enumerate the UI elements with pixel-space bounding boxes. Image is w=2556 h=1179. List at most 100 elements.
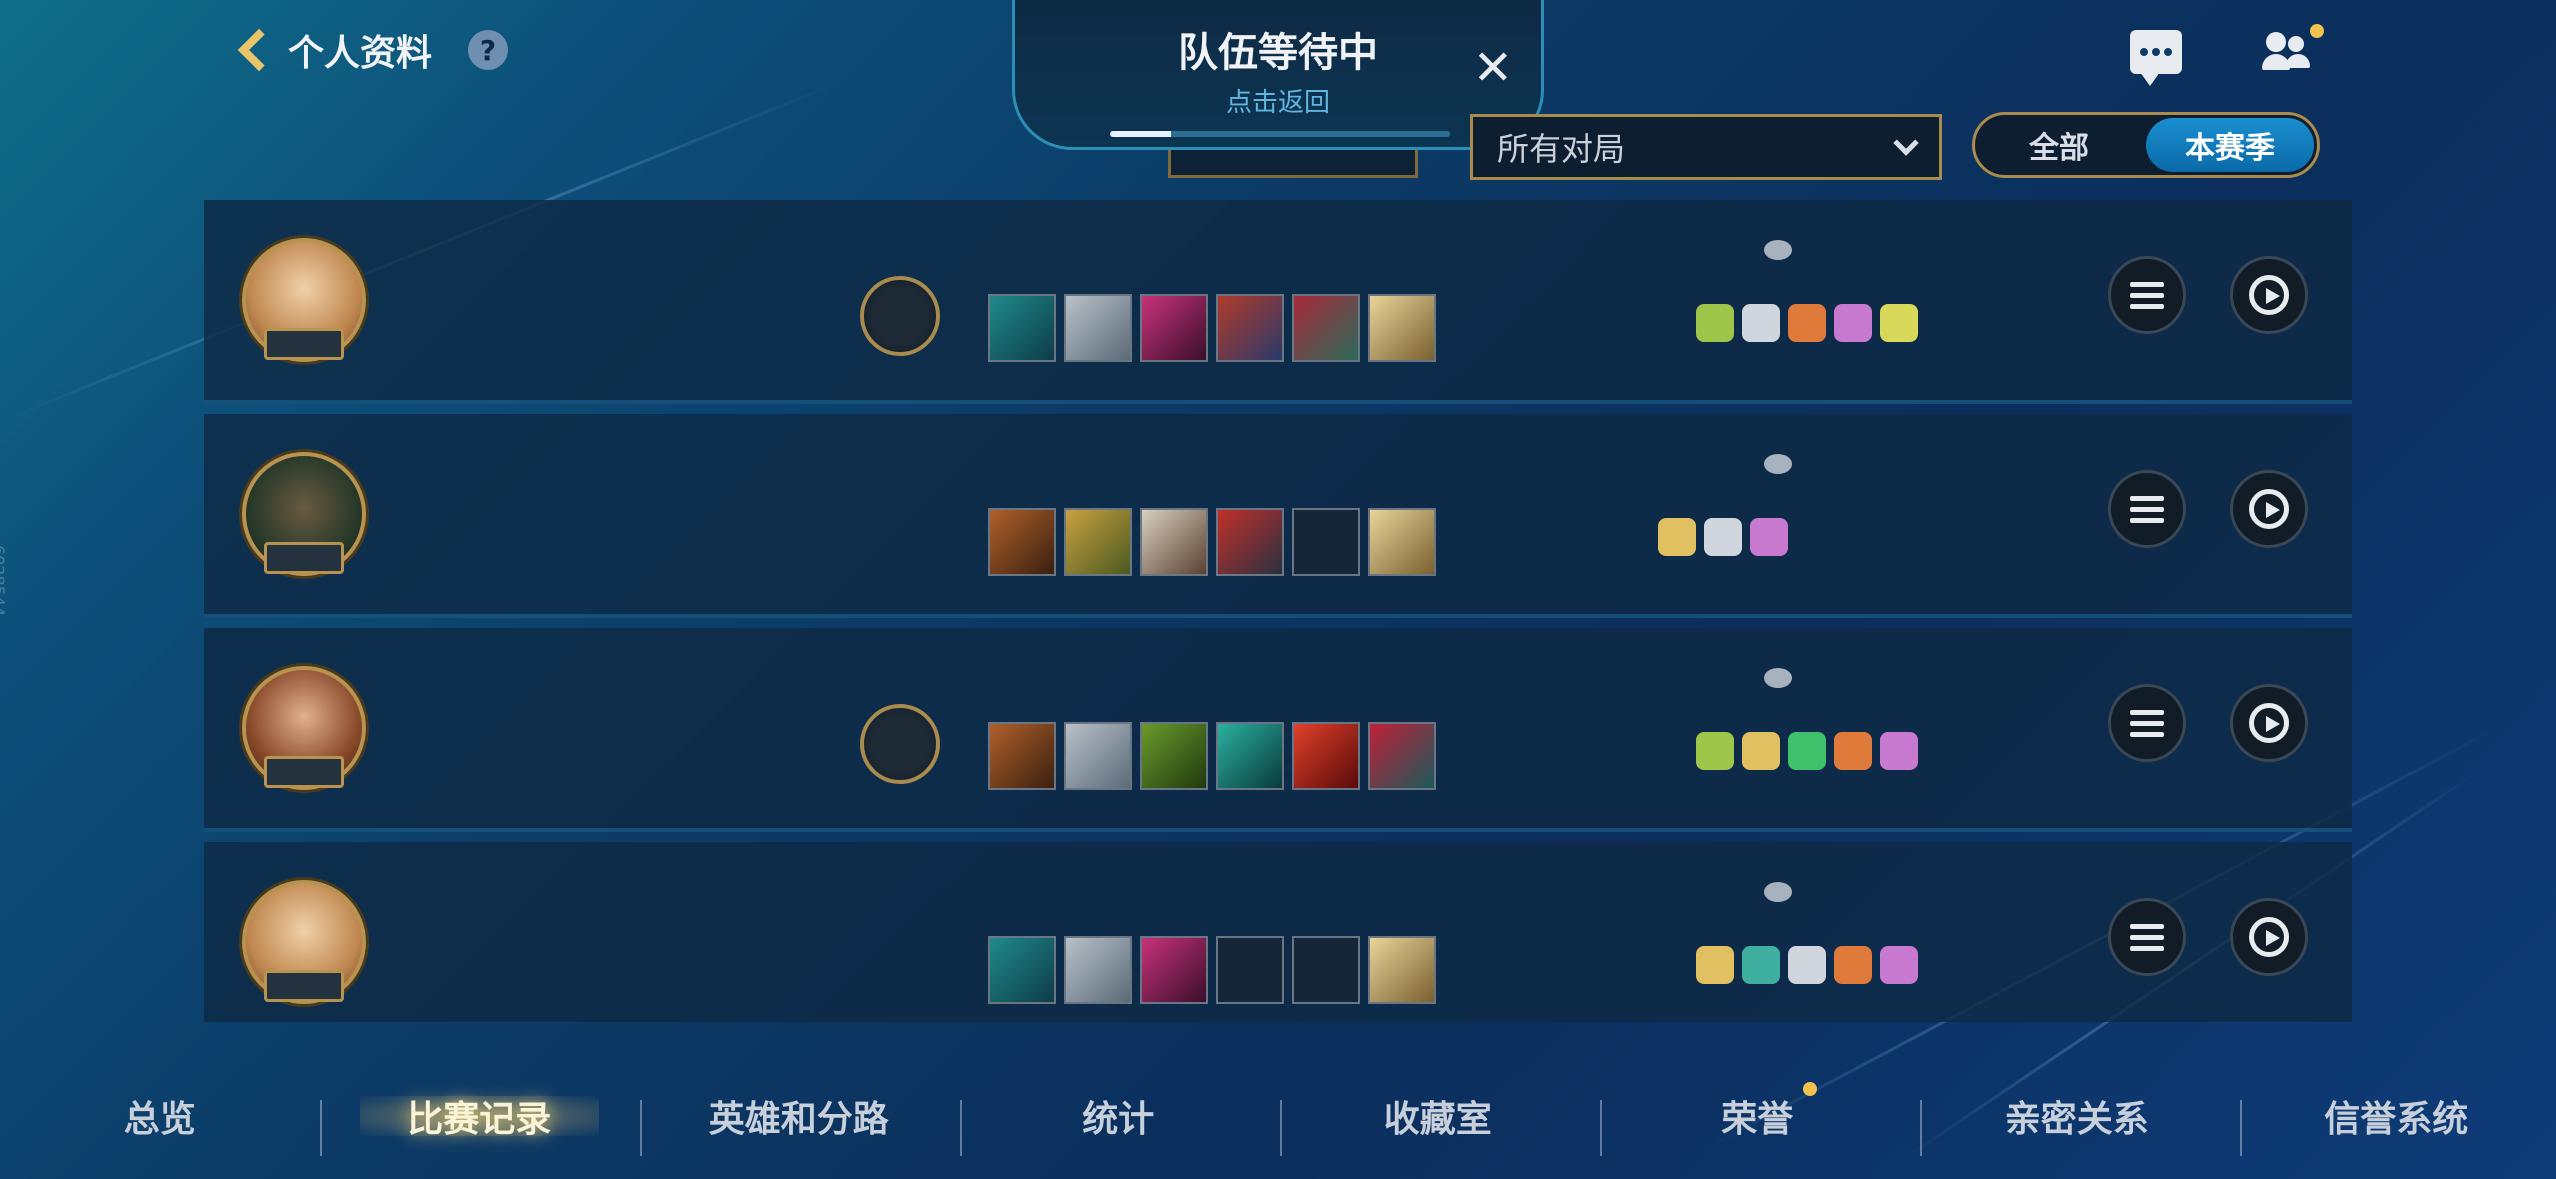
tab-divider: [1920, 1100, 1922, 1156]
toggle-all[interactable]: 全部: [1975, 115, 2143, 175]
tab-label: 总览: [123, 1099, 196, 1140]
filter-selected-value: 所有对局: [1497, 130, 1626, 168]
tab-7[interactable]: 信誉系统: [2237, 1090, 2556, 1142]
item-build: [988, 722, 1436, 790]
pink-blade-item-icon[interactable]: [1140, 294, 1208, 362]
match-details-button[interactable]: [2108, 256, 2186, 334]
teal-weapon-item-icon[interactable]: [988, 294, 1056, 362]
pink-blade-item-icon[interactable]: [1140, 936, 1208, 1004]
achievement-icon: [1788, 732, 1826, 770]
green-helm-item-icon[interactable]: [1140, 722, 1208, 790]
coin-icon: [1764, 668, 1792, 688]
replay-icon: [2249, 703, 2289, 743]
achievement-badges: [1658, 304, 1918, 342]
match-details-button[interactable]: [2108, 470, 2186, 548]
toggle-this-season[interactable]: 本赛季: [2146, 118, 2314, 172]
red-armor-item-icon[interactable]: [1216, 294, 1284, 362]
match-details-button[interactable]: [2108, 684, 2186, 762]
tab-0[interactable]: 总览: [0, 1090, 320, 1142]
queue-banner[interactable]: 队伍等待中 点击返回 ✕: [1012, 0, 1544, 150]
champion-level: [264, 970, 344, 1002]
side-watermark: 6028544: [0, 545, 8, 617]
tab-label: 统计: [1082, 1099, 1155, 1140]
brown-bow-item-icon[interactable]: [988, 508, 1056, 576]
tab-divider: [640, 1100, 642, 1156]
chevron-down-icon: [1893, 130, 1919, 156]
match-row[interactable]: [204, 414, 2352, 618]
back-button[interactable]: 个人资料 ?: [230, 24, 509, 76]
item-build: [988, 508, 1436, 576]
crimson-beast-item-icon[interactable]: [1292, 294, 1360, 362]
replay-icon: [2249, 917, 2289, 957]
gold-earned: [1452, 240, 1792, 260]
achievement-icon: [1834, 732, 1872, 770]
champion-level: [264, 542, 344, 574]
friends-icon[interactable]: [2262, 30, 2314, 74]
achievement-badges: [1658, 946, 1918, 984]
tab-divider: [1600, 1100, 1602, 1156]
empty-item-slot[interactable]: [1216, 936, 1284, 1004]
red-orb-item-icon[interactable]: [1292, 722, 1360, 790]
tab-5[interactable]: 荣誉: [1598, 1082, 1918, 1142]
achievement-icon: [1742, 946, 1780, 984]
teal-weapon-item-icon[interactable]: [988, 936, 1056, 1004]
tab-divider: [960, 1100, 962, 1156]
achievement-icon: [1750, 518, 1788, 556]
tab-label: 信誉系统: [2324, 1099, 2469, 1140]
close-icon[interactable]: ✕: [1473, 40, 1513, 96]
queue-return-link[interactable]: 点击返回: [1226, 82, 1330, 119]
tab-label: 英雄和分路: [708, 1099, 889, 1140]
replay-button[interactable]: [2230, 684, 2308, 762]
achievement-icon: [1658, 518, 1696, 556]
season-toggle[interactable]: 全部 本赛季: [1972, 112, 2320, 178]
tab-label: 比赛记录: [407, 1099, 552, 1140]
achievement-icon: [1696, 304, 1734, 342]
tab-2[interactable]: 英雄和分路: [639, 1090, 959, 1142]
coin-icon: [1764, 882, 1792, 902]
match-filter-dropdown[interactable]: 所有对局: [1470, 114, 1942, 180]
empty-item-slot[interactable]: [1292, 936, 1360, 1004]
gold-ward-item-icon[interactable]: [1368, 294, 1436, 362]
tab-6[interactable]: 亲密关系: [1917, 1090, 2237, 1142]
red-helm-item-icon[interactable]: [1216, 508, 1284, 576]
match-row[interactable]: [204, 842, 2352, 1022]
match-history-list[interactable]: [204, 200, 2352, 1022]
silver-axe-item-icon[interactable]: [1064, 722, 1132, 790]
notification-dot: [1803, 1082, 1817, 1096]
page-title: 个人资料: [288, 33, 433, 74]
empty-item-slot[interactable]: [1292, 508, 1360, 576]
replay-button[interactable]: [2230, 898, 2308, 976]
silver-axe-item-icon[interactable]: [1064, 294, 1132, 362]
gold-ward-item-icon[interactable]: [1368, 508, 1436, 576]
tab-4[interactable]: 收藏室: [1278, 1090, 1598, 1142]
red-boots-item-icon[interactable]: [1368, 722, 1436, 790]
gold-ward-item-icon[interactable]: [1368, 936, 1436, 1004]
match-row[interactable]: [204, 200, 2352, 404]
brown-bow-item-icon[interactable]: [988, 722, 1056, 790]
silver-axe-item-icon[interactable]: [1064, 936, 1132, 1004]
chat-icon[interactable]: [2130, 30, 2182, 86]
gold-shell-item-icon[interactable]: [1064, 508, 1132, 576]
achievement-icon: [1742, 732, 1780, 770]
achievement-icon: [1696, 946, 1734, 984]
steel-fist-item-icon[interactable]: [1140, 508, 1208, 576]
queue-title: 队伍等待中: [1178, 30, 1378, 76]
achievement-icon: [1834, 304, 1872, 342]
item-build: [988, 294, 1436, 362]
gold-earned: [1452, 668, 1792, 688]
replay-button[interactable]: [2230, 256, 2308, 334]
tab-divider: [1280, 1100, 1282, 1156]
achievement-icon: [1880, 946, 1918, 984]
tab-1[interactable]: 比赛记录: [320, 1090, 640, 1142]
question-icon[interactable]: ?: [468, 30, 509, 70]
achievement-icon: [1788, 946, 1826, 984]
achievement-icon: [1788, 304, 1826, 342]
tab-3[interactable]: 统计: [959, 1090, 1279, 1142]
teal-star-item-icon[interactable]: [1216, 722, 1284, 790]
match-details-button[interactable]: [2108, 898, 2186, 976]
tab-label: 亲密关系: [2004, 1099, 2149, 1140]
replay-button[interactable]: [2230, 470, 2308, 548]
replay-icon: [2249, 275, 2289, 315]
match-row[interactable]: [204, 628, 2352, 832]
champion-level: [264, 328, 344, 360]
